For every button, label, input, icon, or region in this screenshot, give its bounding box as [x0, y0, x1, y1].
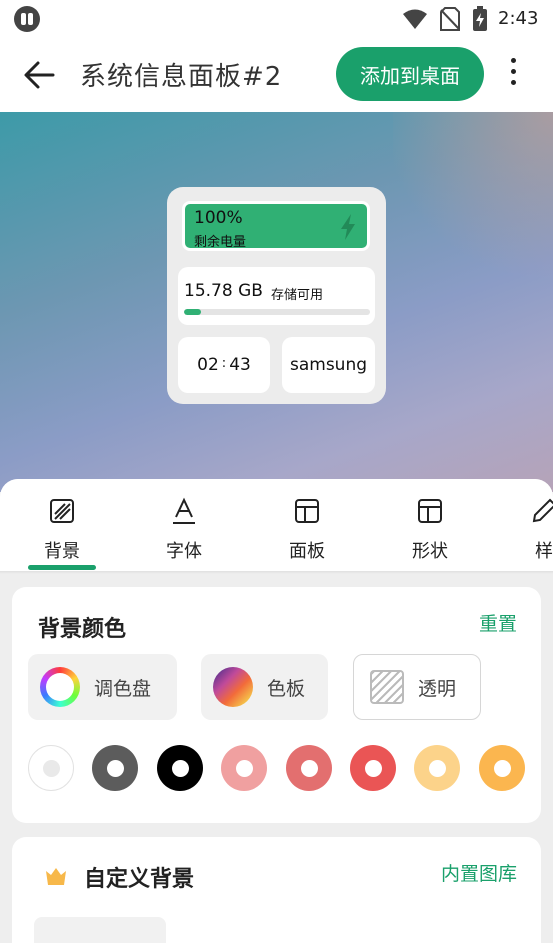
settings-sheet: 背景 字体 面板 形状 样 背景颜色 重置 调色盘 色板 透明 自定义背景 内置… — [0, 479, 553, 943]
app-bar: 系统信息面板#2 添加到桌面 — [0, 38, 553, 112]
battery-tile: 100% 剩余电量 — [182, 201, 370, 251]
swatch-option[interactable]: 色板 — [201, 654, 328, 720]
swatch-icon — [213, 667, 253, 707]
option-label: 色板 — [267, 677, 306, 700]
tab-label: 背景 — [44, 541, 80, 562]
device-name-tile: samsung — [282, 337, 375, 393]
section-title: 自定义背景 — [84, 867, 195, 892]
color-wheel-option[interactable]: 调色盘 — [28, 654, 177, 720]
builtin-gallery-link[interactable]: 内置图库 — [441, 859, 517, 886]
no-sim-icon — [440, 7, 460, 31]
transparent-icon — [370, 670, 404, 704]
battery-label: 剩余电量 — [194, 235, 247, 250]
status-bar: 2:43 — [0, 0, 553, 38]
tab-bar: 背景 字体 面板 形状 样 — [0, 479, 553, 573]
color-dot[interactable] — [92, 745, 138, 791]
option-label: 透明 — [418, 677, 457, 700]
tab-style[interactable]: 样 — [504, 497, 553, 563]
reset-button[interactable]: 重置 — [479, 609, 517, 636]
color-dot[interactable] — [28, 745, 74, 791]
tab-label: 字体 — [166, 541, 202, 562]
bolt-icon — [341, 214, 355, 240]
active-tab-indicator — [28, 565, 96, 570]
shape-icon — [418, 499, 442, 523]
tab-panel[interactable]: 面板 — [267, 497, 347, 563]
more-options-icon[interactable] — [508, 58, 518, 90]
font-icon — [173, 497, 195, 524]
background-thumbnail[interactable] — [34, 917, 166, 943]
tab-label: 样 — [535, 541, 553, 562]
time-hour: 02 — [197, 355, 219, 375]
status-time: 2:43 — [498, 8, 539, 29]
background-icon — [50, 499, 74, 523]
color-dot[interactable] — [350, 745, 396, 791]
color-dot[interactable] — [414, 745, 460, 791]
wifi-icon — [403, 9, 427, 29]
system-info-widget: 100% 剩余电量 15.78 GB 存储可用 02:43 samsung — [167, 187, 386, 404]
storage-tile: 15.78 GB 存储可用 — [178, 267, 375, 325]
color-dot[interactable] — [479, 745, 525, 791]
tab-background[interactable]: 背景 — [22, 497, 102, 563]
time-minute: 43 — [229, 355, 251, 375]
tab-label: 面板 — [289, 541, 325, 562]
storage-progress-fill — [184, 309, 201, 315]
back-arrow-icon[interactable] — [22, 58, 56, 92]
storage-progress-bar — [184, 309, 370, 315]
option-label: 调色盘 — [94, 677, 152, 700]
add-to-desktop-button[interactable]: 添加到桌面 — [336, 47, 484, 101]
battery-percent: 100% — [194, 208, 243, 228]
storage-value: 15.78 GB — [184, 281, 263, 301]
color-wheel-icon — [40, 667, 80, 707]
app-notification-icon — [14, 6, 40, 32]
time-tile: 02:43 — [178, 337, 270, 393]
style-icon — [532, 498, 553, 523]
tab-font[interactable]: 字体 — [144, 497, 224, 563]
color-dot[interactable] — [286, 745, 332, 791]
time-separator: : — [221, 355, 227, 371]
crown-icon — [46, 868, 66, 885]
widget-preview-area: 100% 剩余电量 15.78 GB 存储可用 02:43 samsung — [0, 112, 553, 492]
color-dot[interactable] — [157, 745, 203, 791]
battery-charging-icon — [473, 6, 487, 31]
section-title: 背景颜色 — [38, 617, 127, 642]
color-dot[interactable] — [221, 745, 267, 791]
transparent-option[interactable]: 透明 — [353, 654, 481, 720]
custom-background-card: 自定义背景 内置图库 — [12, 837, 541, 943]
device-name: samsung — [289, 355, 368, 375]
page-title: 系统信息面板#2 — [80, 62, 283, 92]
tab-label: 形状 — [412, 541, 448, 562]
tab-shape[interactable]: 形状 — [390, 497, 470, 563]
storage-label: 存储可用 — [271, 288, 324, 303]
panel-icon — [295, 499, 319, 523]
background-color-card: 背景颜色 重置 调色盘 色板 透明 — [12, 587, 541, 823]
